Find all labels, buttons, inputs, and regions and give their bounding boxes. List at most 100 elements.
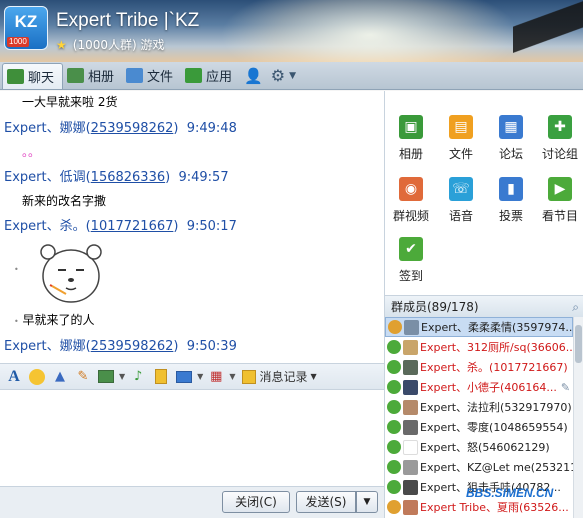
logo-text: KZ — [14, 12, 38, 31]
member-status-icon — [387, 460, 401, 474]
chevron-down-icon: ▼ — [363, 497, 371, 507]
app-album[interactable]: ▣ 相册 — [387, 115, 435, 162]
app-forum[interactable]: ▦ 论坛 — [487, 115, 535, 162]
group-apps-panel: ▣ 相册 ▤ 文件 ▦ 论坛 ✚ 讨论组 ◉ 群视频 ☏ 语音 ▮ 投票 ▶ 看节目 ✔ 签到 — [384, 91, 583, 295]
send-button[interactable]: 发送(S) — [296, 491, 356, 513]
qq-link[interactable]: 1017721667 — [91, 219, 174, 234]
member-row[interactable]: Expert、小德子(406164... ✎ — [385, 377, 573, 397]
tab-album[interactable]: 相册 — [63, 63, 122, 89]
chat-message-text: 一大早就来啦 2货 — [22, 95, 118, 109]
avatar — [403, 459, 418, 475]
shake-icon: ▦ — [210, 369, 223, 384]
close-button[interactable]: 关闭(C) — [222, 491, 290, 513]
message-history-button[interactable]: 消息记录 ▼ — [242, 368, 317, 385]
folder-icon: ▤ — [449, 115, 473, 139]
app-voice[interactable]: ☏ 语音 — [437, 177, 485, 224]
scrollbar-thumb[interactable] — [575, 325, 582, 363]
edit-icon[interactable]: ✎ — [561, 381, 570, 394]
qq-link[interactable]: 156826336 — [91, 170, 165, 185]
tab-label: 相册 — [88, 70, 115, 85]
member-status-icon — [387, 360, 401, 374]
music-button[interactable]: ♪ — [128, 367, 148, 387]
app-vote[interactable]: ▮ 投票 — [487, 177, 535, 224]
members-header: 群成员(89/178) ⌕ — [384, 295, 583, 317]
member-row[interactable]: Expert Tribe、夏雨(63526... — [385, 497, 573, 517]
add-member-button[interactable]: 👤 — [240, 63, 267, 89]
chevron-down-icon[interactable]: ▼ — [229, 372, 235, 381]
member-row[interactable]: Expert、312厕所/sq(36606... — [385, 337, 573, 357]
history-icon — [242, 369, 257, 384]
history-label: 消息记录 — [259, 370, 308, 384]
pen-icon: ✎ — [77, 369, 89, 384]
compose-toolbar: A ▲ ✎ ▼ ♪ ▼ ▦ ▼ 消息记录 ▼ — [0, 363, 384, 390]
music-icon: ♪ — [134, 369, 143, 384]
search-icon[interactable]: ⌕ — [572, 296, 579, 318]
chevron-down-icon: ▼ — [289, 70, 297, 81]
members-scrollbar[interactable] — [573, 317, 583, 518]
smiley-icon — [29, 368, 45, 385]
avatar — [403, 379, 418, 395]
bullet-dot: • — [14, 265, 19, 274]
member-status-icon — [387, 440, 401, 454]
member-status-icon — [388, 320, 402, 334]
app-checkin[interactable]: ✔ 签到 — [387, 237, 435, 284]
tab-apps[interactable]: 应用 — [181, 63, 240, 89]
qq-link[interactable]: 2539598262 — [91, 339, 174, 354]
shake-button[interactable]: ▦ — [206, 367, 226, 387]
screen-icon — [176, 370, 193, 383]
doodle-button[interactable]: ✎ — [73, 367, 93, 387]
header-background-silhouette — [513, 0, 583, 62]
member-row[interactable]: Expert、柔柔柔情(3597974... — [385, 317, 573, 337]
chat-message-text: 。。 — [22, 145, 41, 159]
checkin-icon: ✔ — [399, 237, 423, 261]
send-file-button[interactable] — [151, 367, 171, 387]
avatar — [403, 479, 418, 495]
member-row[interactable]: Expert、怒(546062129) — [385, 437, 573, 457]
chat-message-text: 新来的改名字撒 — [22, 194, 107, 208]
settings-button[interactable]: ⚙ ▼ — [267, 63, 300, 89]
image-icon — [98, 370, 114, 383]
app-group-video[interactable]: ◉ 群视频 — [387, 177, 435, 224]
chat-message-sender: Expert、低调(156826336) 9:49:57 — [4, 170, 229, 185]
send-options-button[interactable]: ▼ — [356, 491, 378, 513]
group-title: Expert Tribe |`KZ — [56, 10, 200, 31]
magic-button[interactable]: ▲ — [50, 367, 70, 387]
chat-icon — [7, 68, 24, 84]
chevron-down-icon[interactable]: ▼ — [197, 372, 203, 381]
image-button[interactable] — [96, 367, 116, 387]
emoji-button[interactable] — [27, 367, 47, 387]
member-row[interactable]: Expert、杀。(1017721667) — [385, 357, 573, 377]
tab-bar: 聊天 相册 文件 应用 👤 ⚙ ▼ — [0, 62, 583, 90]
watermark: BBS.SIMEN.CN — [466, 486, 554, 500]
screenshot-button[interactable] — [174, 367, 194, 387]
font-button[interactable]: A — [4, 367, 24, 387]
member-status-icon — [387, 480, 401, 494]
logo-badge: 1000 — [7, 37, 29, 47]
chat-history[interactable]: 一大早就来啦 2货 Expert、娜娜(2539598262) 9:49:48 … — [0, 91, 384, 363]
chevron-down-icon[interactable]: ▼ — [119, 372, 125, 381]
qq-link[interactable]: 2539598262 — [91, 121, 174, 136]
member-row[interactable]: Expert、KZ@Let me(253211... — [385, 457, 573, 477]
avatar — [403, 399, 418, 415]
app-watch-show[interactable]: ▶ 看节目 — [536, 177, 583, 224]
tab-chat[interactable]: 聊天 — [2, 62, 64, 89]
member-status-icon — [387, 380, 401, 394]
message-input[interactable] — [0, 390, 384, 486]
members-count: 群成员(89/178) — [391, 300, 479, 314]
message-time: 9:50:17 — [186, 219, 237, 234]
avatar — [403, 439, 418, 455]
header-background — [220, 0, 520, 62]
tab-files[interactable]: 文件 — [122, 63, 181, 89]
member-row[interactable]: Expert、法拉利(532917970) — [385, 397, 573, 417]
chat-message-sender: Expert、娜娜(2539598262) 9:49:48 — [4, 121, 237, 136]
app-discussion[interactable]: ✚ 讨论组 — [536, 115, 583, 162]
group-logo[interactable]: KZ 1000 — [4, 6, 48, 50]
chat-message-text: • 早就来了的人 — [14, 313, 95, 327]
app-files[interactable]: ▤ 文件 — [437, 115, 485, 162]
message-time: 9:49:57 — [178, 170, 229, 185]
file-icon — [155, 369, 168, 384]
voice-icon: ☏ — [449, 177, 473, 201]
group-subtitle: ★ (1000人群) 游戏 — [56, 36, 164, 53]
member-row[interactable]: Expert、零度(1048659554) — [385, 417, 573, 437]
play-icon: ▶ — [548, 177, 572, 201]
